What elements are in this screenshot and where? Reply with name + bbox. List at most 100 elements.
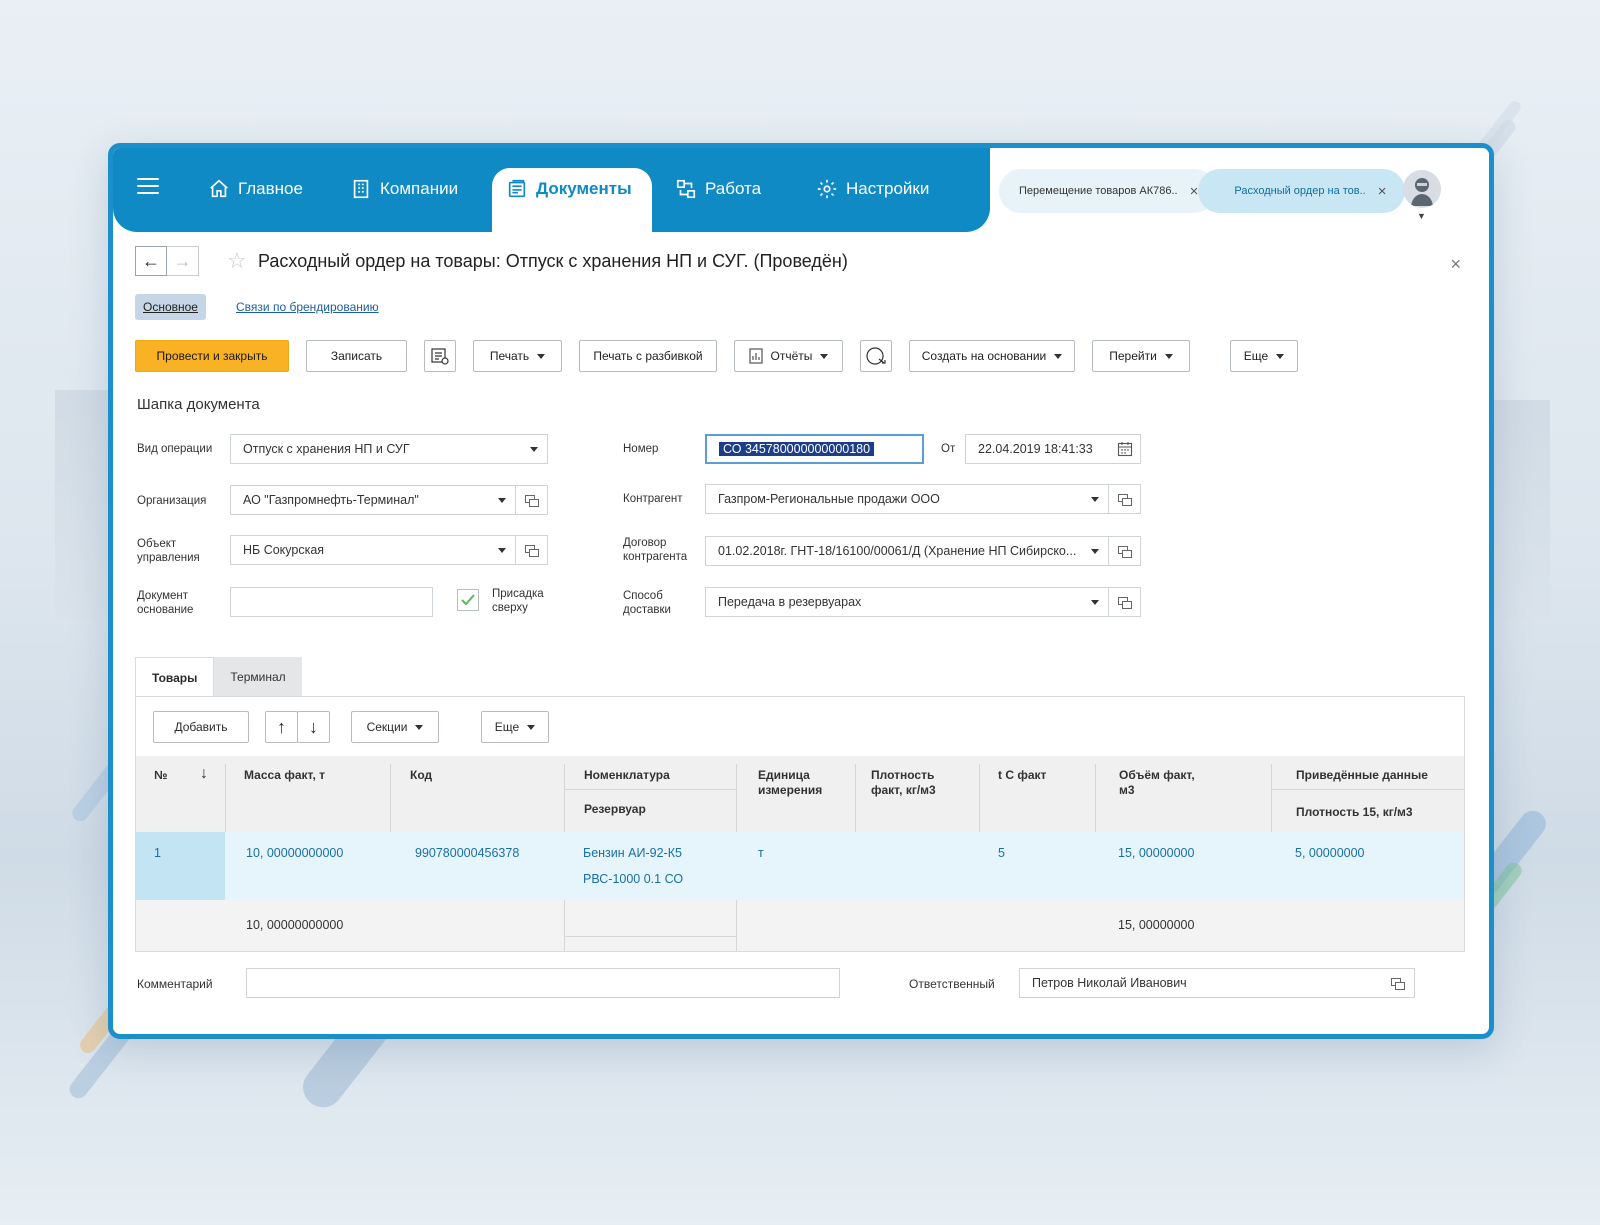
- org-value: АО "Газпромнефть-Терминал": [243, 493, 419, 507]
- delivery-select[interactable]: Передача в резервуарах: [705, 587, 1141, 617]
- post-and-close-button[interactable]: Провести и закрыть: [135, 340, 289, 372]
- star-icon[interactable]: ☆: [227, 248, 247, 274]
- label-line: Объект: [137, 538, 177, 550]
- nav-item-main[interactable]: Главное: [208, 176, 303, 202]
- chevron-down-icon: [537, 353, 546, 359]
- open-tabs: Перемещение товаров АК786.. × Расходный …: [999, 169, 1405, 213]
- base-doc-input[interactable]: [230, 587, 433, 617]
- create-based-on-button[interactable]: Создать на основании: [909, 340, 1075, 372]
- col-mass[interactable]: Масса факт, т: [244, 768, 325, 783]
- open-icon[interactable]: [1108, 485, 1140, 513]
- open-icon[interactable]: [515, 486, 547, 514]
- open-tab-order[interactable]: Расходный ордер на тов.. ×: [1198, 169, 1405, 213]
- col-reduced[interactable]: Приведённые данные: [1296, 768, 1428, 783]
- dropdown-arrow-icon[interactable]: [1082, 485, 1108, 513]
- add-button[interactable]: Добавить: [153, 711, 249, 743]
- delivery-value: Передача в резервуарах: [718, 595, 862, 609]
- object-label: Объект управления: [137, 537, 200, 565]
- responsible-label: Ответственный: [909, 977, 995, 991]
- app-window: Главное Компании Документы Работа Настро…: [108, 143, 1494, 1039]
- number-input[interactable]: СО 345780000000000180: [705, 434, 924, 464]
- divider: [736, 900, 737, 951]
- hamburger-menu-icon[interactable]: [137, 178, 159, 196]
- nav-item-work[interactable]: Работа: [675, 176, 761, 202]
- col-volume[interactable]: Объём факт, м3: [1119, 768, 1195, 798]
- section-title: Шапка документа: [137, 396, 260, 413]
- back-button[interactable]: ←: [135, 246, 167, 276]
- print-button[interactable]: Печать: [473, 340, 562, 372]
- nav-item-documents[interactable]: Документы: [506, 176, 632, 202]
- col-unit[interactable]: Единица измерения: [758, 768, 822, 798]
- move-up-button[interactable]: ↑: [265, 711, 298, 743]
- open-icon[interactable]: [1108, 537, 1140, 565]
- document-journal-button[interactable]: [424, 340, 456, 372]
- label-line: контрагента: [623, 551, 688, 563]
- counterparty-select[interactable]: Газпром-Региональные продажи ООО: [705, 484, 1141, 514]
- reports-button[interactable]: Отчёты: [734, 340, 843, 372]
- table-row[interactable]: 1 10, 00000000000 990780000456378 Бензин…: [136, 832, 1464, 900]
- save-button[interactable]: Записать: [306, 340, 407, 372]
- dropdown-arrow-icon[interactable]: [489, 536, 515, 564]
- tab-terminal[interactable]: Терминал: [214, 657, 302, 697]
- move-down-button[interactable]: ↓: [297, 711, 330, 743]
- table-more-button[interactable]: Еще: [481, 711, 549, 743]
- date-from-label: От: [941, 443, 956, 455]
- op-type-select[interactable]: Отпуск с хранения НП и СУГ: [230, 434, 548, 464]
- label-line: Присадка: [492, 588, 544, 600]
- arrow-up-icon: ↑: [277, 716, 286, 737]
- calendar-icon[interactable]: [1110, 435, 1140, 463]
- open-icon[interactable]: [1380, 969, 1414, 997]
- contract-select[interactable]: 01.02.2018г. ГНТ-18/16100/00061/Д (Хране…: [705, 536, 1141, 566]
- chevron-down-icon[interactable]: ▼: [1417, 211, 1426, 221]
- col-num[interactable]: №: [154, 768, 167, 783]
- number-value: СО 345780000000000180: [719, 442, 922, 456]
- arrow-down-icon: ↓: [309, 716, 318, 737]
- close-icon[interactable]: ×: [1190, 183, 1199, 200]
- nav-item-companies[interactable]: Компании: [350, 176, 458, 202]
- close-icon[interactable]: ×: [1450, 254, 1461, 275]
- goto-button[interactable]: Перейти: [1092, 340, 1190, 372]
- tab-main[interactable]: Основное: [135, 294, 206, 320]
- nav-item-settings[interactable]: Настройки: [816, 176, 929, 202]
- structure-button[interactable]: [860, 340, 892, 372]
- responsible-select[interactable]: Петров Николай Иванович: [1019, 968, 1415, 998]
- button-label: Добавить: [174, 720, 228, 734]
- building-icon: [353, 179, 369, 199]
- open-tab-transfer[interactable]: Перемещение товаров АК786.. ×: [999, 169, 1217, 213]
- additive-checkbox[interactable]: [457, 589, 479, 611]
- chevron-down-icon: [415, 724, 424, 730]
- object-select[interactable]: НБ Сокурская: [230, 535, 548, 565]
- cell-nomenclature: Бензин АИ-92-К5: [583, 846, 682, 860]
- tab-goods[interactable]: Товары: [135, 657, 215, 697]
- contract-label: Договор контрагента: [623, 536, 687, 564]
- close-icon[interactable]: ×: [1378, 183, 1387, 200]
- open-icon[interactable]: [1108, 588, 1140, 616]
- forward-button[interactable]: →: [167, 246, 199, 276]
- open-icon[interactable]: [515, 536, 547, 564]
- col-temp[interactable]: t С факт: [998, 768, 1046, 783]
- avatar[interactable]: [1403, 170, 1441, 208]
- base-doc-label: Документ основание: [137, 589, 193, 617]
- col-nomenclature[interactable]: Номенклатура: [584, 768, 670, 783]
- col-density[interactable]: Плотность факт, кг/м3: [871, 768, 936, 798]
- sections-button[interactable]: Секции: [351, 711, 439, 743]
- dropdown-arrow-icon[interactable]: [521, 435, 547, 463]
- print-split-button[interactable]: Печать с разбивкой: [579, 340, 717, 372]
- more-button[interactable]: Еще: [1230, 340, 1298, 372]
- user-avatar-icon: [1411, 178, 1433, 206]
- col-density15[interactable]: Плотность 15, кг/м3: [1296, 805, 1413, 820]
- tab-branding-links[interactable]: Связи по брендированию: [236, 300, 379, 314]
- sort-arrow-icon[interactable]: ↓: [200, 766, 208, 782]
- col-code[interactable]: Код: [410, 768, 432, 783]
- dropdown-arrow-icon[interactable]: [489, 486, 515, 514]
- divider: [855, 764, 856, 832]
- col-tank[interactable]: Резервуар: [584, 802, 646, 817]
- date-input[interactable]: 22.04.2019 18:41:33: [965, 434, 1141, 464]
- org-label: Организация: [137, 495, 207, 507]
- dropdown-arrow-icon[interactable]: [1082, 588, 1108, 616]
- dropdown-arrow-icon[interactable]: [1082, 537, 1108, 565]
- comment-input[interactable]: [246, 968, 840, 998]
- nav-item-label: Документы: [536, 179, 632, 198]
- org-select[interactable]: АО "Газпромнефть-Терминал": [230, 485, 548, 515]
- cell-density15: 5, 00000000: [1295, 846, 1365, 860]
